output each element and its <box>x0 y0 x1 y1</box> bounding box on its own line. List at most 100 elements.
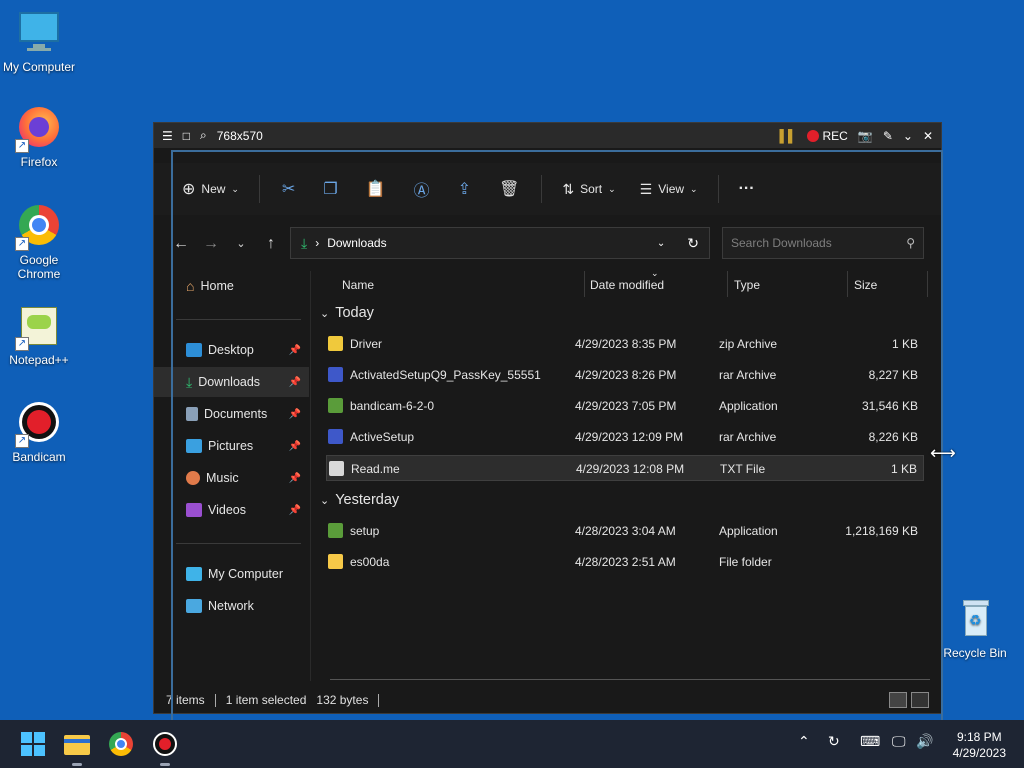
column-divider[interactable] <box>927 271 928 297</box>
new-button[interactable]: ⊕ New ⌄ <box>172 173 249 205</box>
group-header-0[interactable]: ⌄ Today <box>320 305 374 321</box>
desktop-icon-firefox[interactable]: ↗ Firefox <box>1 105 77 169</box>
file-size: 31,546 KB <box>861 399 918 413</box>
menu-icon[interactable]: ☰ <box>162 129 173 143</box>
pin-icon[interactable]: 📌 <box>289 441 301 452</box>
file-row[interactable]: ActiveSetup 4/29/2023 12:09 PM rar Archive… <box>326 424 924 450</box>
copy-icon[interactable]: ❐ <box>311 173 349 205</box>
camera-icon[interactable]: 📷 <box>858 129 873 143</box>
desktop-icon-notepadpp[interactable]: ↗ Notepad++ <box>1 303 77 367</box>
close-icon[interactable]: ✕ <box>923 129 933 143</box>
back-arrow-icon[interactable]: ← <box>166 235 196 253</box>
details-view-icon[interactable] <box>889 692 907 708</box>
search-field[interactable]: ⚲ <box>722 227 924 259</box>
divider <box>176 543 301 544</box>
sidebar-item-videos[interactable]: Videos 📌 <box>154 495 309 525</box>
taskbar-file-explorer[interactable] <box>63 730 91 766</box>
pin-icon[interactable]: 📌 <box>289 345 301 356</box>
file-row[interactable]: ActivatedSetupQ9_PassKey_55551 4/29/2023 … <box>326 362 924 388</box>
sidebar-item-pictures[interactable]: Pictures 📌 <box>154 431 309 461</box>
file-row[interactable]: Driver 4/29/2023 8:35 PM zip Archive 1 KB <box>326 331 924 357</box>
new-label: New <box>201 182 226 196</box>
shortcut-arrow-icon: ↗ <box>15 139 29 153</box>
sidebar-item-desktop[interactable]: Desktop 📌 <box>154 335 309 365</box>
record-icon <box>806 130 819 143</box>
pin-icon[interactable]: 📌 <box>289 409 301 420</box>
sidebar-item-home[interactable]: ⌂ Home <box>154 271 309 301</box>
file-name: es00da <box>350 555 390 569</box>
sidebar-item-documents[interactable]: Documents 📌 <box>154 399 309 429</box>
desktop-icon-bandicam[interactable]: ↗ Bandicam <box>1 400 77 464</box>
sidebar-item-network[interactable]: Network <box>154 591 309 621</box>
file-row[interactable]: setup 4/28/2023 3:04 AM Application 1,218,1… <box>326 518 924 544</box>
shortcut-arrow-icon: ↗ <box>15 434 29 448</box>
sync-icon[interactable]: ↻ <box>828 733 840 750</box>
collapse-icon[interactable]: ⌄ <box>903 129 913 143</box>
recent-chevron-icon[interactable]: ⌄ <box>226 237 256 250</box>
file-row[interactable]: Read.me 4/29/2023 12:08 PM TXT File 1 KB <box>326 455 924 481</box>
desktop-icon-label: Recycle Bin <box>943 646 1007 660</box>
up-arrow-icon[interactable]: ↑ <box>256 235 286 253</box>
show-hidden-icons-chevron-icon[interactable]: ⌃ <box>798 733 810 750</box>
network-tray-icon[interactable]: 🖵 <box>892 733 906 750</box>
column-divider[interactable] <box>584 271 585 297</box>
sidebar-item-label: Pictures <box>208 439 254 453</box>
more-options-button[interactable]: ··· <box>729 174 765 204</box>
sidebar-item-downloads[interactable]: ⤓ Downloads 📌 <box>154 367 309 397</box>
volume-icon[interactable]: 🔊 <box>916 733 933 750</box>
taskbar-chrome[interactable] <box>107 730 135 758</box>
sort-button[interactable]: ⇅ Sort ⌄ <box>552 175 625 204</box>
file-size: 1 KB <box>891 337 918 351</box>
group-header-1[interactable]: ⌄ Yesterday <box>320 492 399 508</box>
desktop-icon-recycle-bin[interactable]: ♻ Recycle Bin <box>937 596 1013 660</box>
file-row[interactable]: bandicam-6-2-0 4/29/2023 7:05 PM Applicati… <box>326 393 924 419</box>
forward-arrow-icon[interactable]: → <box>196 235 226 253</box>
pencil-icon[interactable]: ✎ <box>883 129 893 143</box>
file-size: 8,226 KB <box>868 430 918 444</box>
paste-icon[interactable]: 📋 <box>354 173 398 205</box>
view-button[interactable]: ☰ View ⌄ <box>630 175 708 204</box>
address-dropdown-icon[interactable]: ⌄ <box>657 238 665 249</box>
tiles-view-icon[interactable] <box>911 692 929 708</box>
column-divider[interactable] <box>847 271 848 297</box>
system-clock[interactable]: 9:18 PM 4/29/2023 <box>953 729 1006 761</box>
search-input[interactable] <box>731 236 907 250</box>
sidebar-item-music[interactable]: Music 📌 <box>154 463 309 493</box>
rename-icon[interactable]: Ⓐ <box>402 171 442 207</box>
pin-icon[interactable]: 📌 <box>289 377 301 388</box>
column-divider[interactable] <box>727 271 728 297</box>
file-row[interactable]: es00da 4/28/2023 2:51 AM File folder <box>326 549 924 575</box>
file-name: ActiveSetup <box>350 430 415 444</box>
rec-button[interactable]: REC <box>806 129 848 143</box>
column-header-type[interactable]: Type <box>734 278 760 292</box>
refresh-icon[interactable]: ↻ <box>687 235 699 252</box>
column-header-size[interactable]: Size <box>854 278 877 292</box>
taskbar-bandicam[interactable] <box>151 730 179 766</box>
delete-icon[interactable]: 🗑 <box>487 173 531 205</box>
pin-icon[interactable]: 📌 <box>289 473 301 484</box>
desktop-icon-chrome[interactable]: ↗ Google Chrome <box>1 203 77 281</box>
share-icon[interactable]: ⇪ <box>446 173 483 205</box>
start-button[interactable] <box>19 730 47 758</box>
desktop-icon-my-computer[interactable]: My Computer <box>1 10 77 74</box>
keyboard-icon[interactable]: ⌨ <box>860 733 880 750</box>
group-collapse-chevron-icon: ⌄ <box>320 494 330 507</box>
sidebar-item-my-computer[interactable]: My Computer <box>154 559 309 589</box>
horizontal-scrollbar[interactable] <box>330 679 930 680</box>
address-bar[interactable]: ⤓ › Downloads ⌄ ↻ <box>290 227 710 259</box>
breadcrumb-chevron-icon: › <box>315 236 320 250</box>
navigation-pane: ⌂ Home Desktop 📌 ⤓ Downloads 📌 Documents… <box>154 271 309 681</box>
column-header-name[interactable]: Name <box>342 278 374 292</box>
cut-icon[interactable]: ✂ <box>270 173 307 205</box>
column-header-row: Name ⌄ Date modified Type Size <box>312 268 942 299</box>
breadcrumb-downloads[interactable]: Downloads <box>327 236 386 250</box>
chevron-down-icon: ⌄ <box>231 183 239 194</box>
shortcut-arrow-icon: ↗ <box>15 337 29 351</box>
select-area-icon[interactable]: ⌕ <box>200 128 207 143</box>
fullscreen-icon[interactable]: □ <box>183 129 190 143</box>
home-icon: ⌂ <box>186 278 195 294</box>
column-header-date[interactable]: Date modified <box>590 278 664 292</box>
pin-icon[interactable]: 📌 <box>289 505 301 516</box>
file-size: 1,218,169 KB <box>845 524 918 538</box>
sidebar-item-label: Music <box>206 471 239 485</box>
